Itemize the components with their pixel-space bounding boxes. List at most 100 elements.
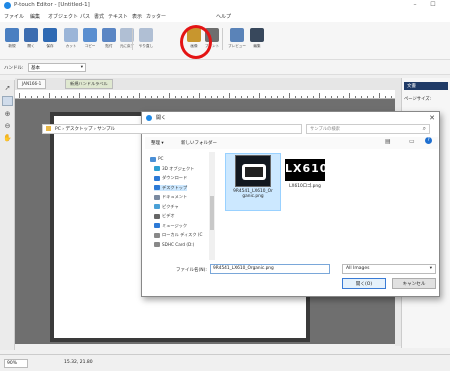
filename-input[interactable]: 9R4541_LX610_Organic.png bbox=[210, 264, 330, 274]
cut-icon bbox=[64, 28, 78, 42]
nav-item[interactable]: PC bbox=[150, 156, 163, 162]
ruler-tick bbox=[49, 93, 50, 98]
ruler-tick bbox=[79, 93, 80, 98]
ruler-tick bbox=[259, 93, 260, 98]
folder-icon bbox=[154, 204, 160, 209]
menu-text[interactable]: テキスト bbox=[108, 13, 128, 20]
ruler-tick bbox=[61, 96, 62, 98]
toolbar-button[interactable]: プレビュー bbox=[228, 24, 246, 54]
highlight-circle bbox=[180, 25, 212, 59]
menu-object[interactable]: オブジェクト bbox=[48, 13, 78, 20]
nav-item[interactable]: ミュージック bbox=[154, 223, 187, 229]
layout-tool-icon[interactable] bbox=[2, 96, 13, 106]
handle-select[interactable]: 基本 ▾ bbox=[28, 63, 86, 72]
help-icon[interactable]: ? bbox=[425, 137, 432, 144]
toolbar-button-label: 編集 bbox=[253, 44, 261, 48]
toolbar-button[interactable]: 貼付 bbox=[100, 24, 118, 54]
nav-item[interactable]: ビデオ bbox=[154, 213, 175, 219]
file-item-organic[interactable]: 9R4541_LX610_Or ganic.png bbox=[229, 155, 277, 199]
ruler-tick bbox=[91, 96, 92, 98]
ruler-tick bbox=[289, 93, 290, 98]
ruler-tick bbox=[277, 96, 278, 98]
toolbar-button[interactable]: カット bbox=[62, 24, 80, 54]
nav-item-label: ドキュメント bbox=[162, 194, 188, 199]
secondary-toolbar: ハンドル: 基本 ▾ bbox=[0, 60, 450, 75]
menu-format[interactable]: 書式 bbox=[94, 13, 104, 20]
nav-item[interactable]: ダウンロード bbox=[154, 175, 187, 181]
close-icon[interactable]: ✕ bbox=[429, 114, 435, 122]
nav-item[interactable]: SDHC Card (D:) bbox=[154, 242, 194, 247]
menu-path[interactable]: パス bbox=[80, 13, 90, 20]
file-name: 9R4541_LX610_Or ganic.png bbox=[233, 189, 273, 199]
toolbar-button[interactable]: 元に戻す bbox=[118, 24, 136, 54]
ruler-tick bbox=[361, 96, 362, 98]
filename-value: 9R4541_LX610_Organic.png bbox=[213, 266, 274, 271]
ruler-tick bbox=[67, 96, 68, 98]
filetype-select[interactable]: All Images ▾ bbox=[342, 264, 436, 274]
open-button[interactable]: 開く(O) bbox=[342, 278, 386, 289]
toolbar-button[interactable]: 開く bbox=[22, 24, 40, 54]
preview-pane-icon[interactable]: ▭ bbox=[409, 138, 415, 145]
ruler-tick bbox=[343, 96, 344, 98]
menu-cutter[interactable]: カッター bbox=[146, 13, 166, 20]
preview-icon bbox=[230, 28, 244, 42]
new-icon bbox=[5, 28, 19, 42]
folder-icon bbox=[154, 185, 160, 190]
folder-icon bbox=[154, 242, 160, 247]
toolbar-button[interactable]: 編集 bbox=[248, 24, 266, 54]
menu-edit[interactable]: 編集 bbox=[30, 13, 40, 20]
filename-label: ファイル名(N): bbox=[176, 268, 207, 273]
nav-item[interactable]: 3D オブジェクト bbox=[154, 166, 194, 172]
cancel-button[interactable]: キャンセル bbox=[392, 278, 436, 289]
minimize-button[interactable]: – bbox=[408, 1, 422, 10]
toolbar-button[interactable]: 保存 bbox=[41, 24, 59, 54]
panel-title: 文書 bbox=[404, 82, 448, 90]
ruler-tick bbox=[295, 96, 296, 98]
ruler-tick bbox=[187, 96, 188, 98]
search-input[interactable]: サンプルの検索 ⌕ bbox=[306, 124, 430, 134]
nav-item[interactable]: ドキュメント bbox=[154, 194, 187, 200]
file-item-logo[interactable]: LX610 LX610ロゴ.png bbox=[281, 155, 329, 189]
address-bar[interactable]: PC › デスクトップ › サンプル bbox=[42, 124, 302, 134]
zoom-in-icon[interactable]: ⊕ bbox=[2, 110, 13, 120]
ruler-tick bbox=[133, 96, 134, 98]
tab-document-2[interactable]: 新規ハンドルラベル bbox=[65, 79, 113, 89]
menu-help[interactable]: ヘルプ bbox=[216, 13, 231, 20]
handle-label: ハンドル: bbox=[4, 66, 24, 71]
image-file-icon bbox=[235, 155, 271, 187]
menu-file[interactable]: ファイル bbox=[4, 13, 24, 20]
nav-item[interactable]: ピクチャ bbox=[154, 204, 179, 210]
zoom-select[interactable]: 90% bbox=[4, 359, 28, 368]
ruler-tick bbox=[301, 96, 302, 98]
maximize-button[interactable]: ☐ bbox=[426, 1, 440, 10]
view-options-icon[interactable]: ▤ bbox=[385, 138, 391, 145]
toolbar-button-label: 保存 bbox=[46, 44, 54, 48]
pan-hand-icon[interactable]: ✋ bbox=[2, 134, 13, 144]
dialog-title: 開く bbox=[156, 115, 167, 121]
redo-icon bbox=[139, 28, 153, 42]
pointer-tool-icon[interactable]: ➚ bbox=[2, 84, 13, 94]
navigation-scroll-thumb[interactable] bbox=[210, 196, 214, 230]
logo-text: LX610 bbox=[285, 162, 329, 175]
zoom-out-icon[interactable]: ⊖ bbox=[2, 122, 13, 132]
organize-button[interactable]: 整理 ▾ bbox=[151, 140, 164, 146]
menu-view[interactable]: 表示 bbox=[132, 13, 142, 20]
ruler-tick bbox=[181, 96, 182, 98]
ruler-tick bbox=[19, 93, 20, 98]
new-folder-button[interactable]: 新しいフォルダー bbox=[181, 140, 217, 146]
toolbar-button[interactable]: コピー bbox=[81, 24, 99, 54]
edit-icon bbox=[250, 28, 264, 42]
folder-icon bbox=[154, 213, 160, 219]
ruler-tick bbox=[151, 96, 152, 98]
tab-document-1[interactable]: JAN166-1 bbox=[17, 79, 47, 89]
nav-item[interactable]: デスクトップ bbox=[154, 184, 188, 191]
cursor-coordinates: 15.32, 21.80 bbox=[64, 360, 93, 365]
ruler-tick bbox=[319, 93, 320, 98]
paste-icon bbox=[102, 28, 116, 42]
toolbar-button[interactable]: 新規 bbox=[3, 24, 21, 54]
horizontal-ruler bbox=[15, 90, 395, 99]
status-bar: 90% 15.32, 21.80 bbox=[0, 354, 450, 371]
toolbar-button[interactable]: やり直し bbox=[137, 24, 155, 54]
folder-icon bbox=[154, 175, 160, 181]
nav-item[interactable]: ローカル ディスク (C bbox=[154, 232, 202, 238]
